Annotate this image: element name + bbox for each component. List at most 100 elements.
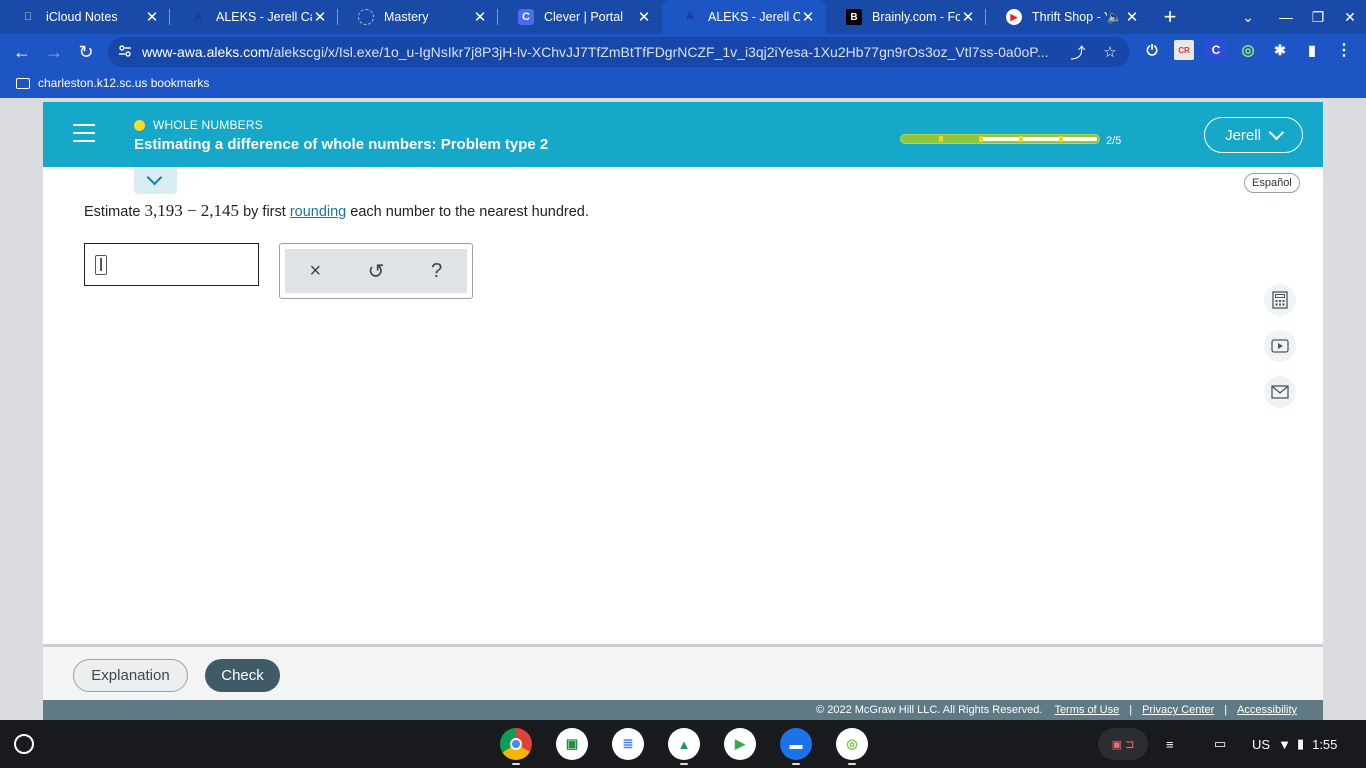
- cast-icon[interactable]: ▭: [1214, 728, 1226, 760]
- question-suffix: each number to the nearest hundred.: [350, 204, 589, 220]
- address-bar[interactable]: www-awa.aleks.com/alekscgi/x/Isl.exe/1o_…: [108, 37, 1130, 67]
- files-icon[interactable]: ▬: [780, 728, 812, 760]
- clock: 1:55: [1312, 736, 1338, 752]
- footer-separator: |: [1224, 704, 1228, 716]
- video-icon[interactable]: [1264, 330, 1296, 362]
- tab-title: Brainly.com - For s: [872, 10, 960, 24]
- power-extension-icon[interactable]: ⏻: [1142, 40, 1162, 60]
- tab-title: Mastery: [384, 10, 429, 24]
- undo-button[interactable]: ↺: [356, 255, 396, 287]
- classroom-icon[interactable]: ▣: [556, 728, 588, 760]
- youtube-icon: ▶: [1006, 9, 1022, 25]
- reload-icon[interactable]: ↻: [72, 38, 100, 66]
- explanation-button[interactable]: Explanation: [73, 659, 188, 692]
- speaker-icon[interactable]: 🔈: [1107, 10, 1124, 24]
- tab-icloud-notes[interactable]:  iCloud Notes ✕: [0, 0, 170, 34]
- url-text[interactable]: www-awa.aleks.com/alekscgi/x/Isl.exe/1o_…: [142, 44, 1057, 60]
- close-tab-icon[interactable]: ✕: [1124, 8, 1140, 26]
- play-store-icon[interactable]: ▶: [724, 728, 756, 760]
- new-tab-button[interactable]: +: [1155, 0, 1185, 34]
- tab-brainly[interactable]: B Brainly.com - For s ✕: [826, 0, 986, 34]
- progress-marker: [1059, 136, 1063, 142]
- legal-footer: © 2022 McGraw Hill LLC. All Rights Reser…: [43, 700, 1323, 720]
- progress-marker: [939, 136, 943, 142]
- mastery-app-icon[interactable]: ◎: [836, 728, 868, 760]
- aleks-icon: A: [194, 11, 202, 23]
- tab-title: iCloud Notes: [46, 10, 118, 24]
- accessibility-link[interactable]: Accessibility: [1237, 704, 1297, 716]
- chrome-icon[interactable]: [500, 728, 532, 760]
- folder-icon: [16, 77, 30, 89]
- bookmarks-bar: charleston.k12.sc.us bookmarks: [0, 70, 1366, 98]
- close-tab-icon[interactable]: ✕: [472, 8, 488, 26]
- launcher-icon[interactable]: [14, 734, 34, 754]
- question-prefix: Estimate: [84, 204, 141, 220]
- side-panel-icon[interactable]: ▮: [1302, 40, 1322, 60]
- answer-input[interactable]: [84, 243, 259, 286]
- question-middle: by first: [243, 204, 286, 220]
- progress-remaining: [981, 137, 1097, 141]
- back-arrow-icon[interactable]: ←: [8, 38, 36, 66]
- user-menu-button[interactable]: Jerell: [1204, 117, 1303, 153]
- page-viewport: WHOLE NUMBERS Estimating a difference of…: [0, 98, 1366, 720]
- collapse-header-button[interactable]: [134, 167, 177, 194]
- minimize-icon[interactable]: —: [1271, 0, 1301, 34]
- answer-tools-panel: × ↺ ?: [285, 249, 467, 293]
- close-tab-icon[interactable]: ✕: [144, 8, 160, 26]
- language-toggle-button[interactable]: Español: [1244, 173, 1300, 193]
- mail-icon[interactable]: [1264, 376, 1296, 408]
- puzzle-extensions-icon[interactable]: ✱: [1270, 40, 1290, 60]
- forward-arrow-icon[interactable]: →: [40, 38, 68, 66]
- copyright-text: © 2022 McGraw Hill LLC. All Rights Reser…: [816, 704, 1043, 716]
- hamburger-menu-icon[interactable]: [73, 124, 95, 142]
- close-window-icon[interactable]: ✕: [1335, 0, 1365, 34]
- chevron-down-icon: [1268, 124, 1285, 140]
- close-tab-icon[interactable]: ✕: [960, 8, 976, 26]
- status-area[interactable]: US ▼ ▮ 1:55: [1244, 728, 1358, 760]
- maximize-icon[interactable]: ❐: [1303, 0, 1333, 34]
- check-button[interactable]: Check: [205, 659, 280, 692]
- wifi-icon: ▼: [1278, 736, 1291, 752]
- tab-clever[interactable]: C Clever | Portal ✕: [498, 0, 662, 34]
- tray-screen-record[interactable]: ▣ ⊐: [1098, 728, 1148, 760]
- clever-extension-icon[interactable]: C: [1206, 40, 1226, 60]
- close-tab-icon[interactable]: ✕: [312, 8, 328, 26]
- running-indicator: [848, 763, 856, 765]
- chevron-down-icon: [146, 169, 163, 186]
- progress-marker: [979, 136, 983, 142]
- tab-search-icon[interactable]: ⌄: [1233, 0, 1263, 34]
- tab-mastery[interactable]: Mastery ✕: [338, 0, 498, 34]
- mastery-icon: [358, 9, 374, 25]
- drive-icon[interactable]: ▲: [668, 728, 700, 760]
- terms-link[interactable]: Terms of Use: [1054, 704, 1119, 716]
- aleks-icon: A: [686, 11, 694, 23]
- privacy-link[interactable]: Privacy Center: [1142, 704, 1214, 716]
- footer-separator: |: [1129, 704, 1133, 716]
- tab-youtube[interactable]: ▶ Thrift Shop - Y 🔈 ✕: [986, 0, 1150, 34]
- clear-button[interactable]: ×: [295, 255, 335, 287]
- cr-extension-icon[interactable]: CR: [1174, 40, 1194, 60]
- close-tab-icon[interactable]: ✕: [636, 8, 652, 26]
- help-button[interactable]: ?: [417, 255, 457, 287]
- bookmark-star-icon[interactable]: ☆: [1100, 42, 1120, 62]
- question-expression: 3,193 − 2,145: [144, 201, 240, 220]
- tab-aleks-1[interactable]: A ALEKS - Jerell Cag ✕: [170, 0, 338, 34]
- running-indicator: [680, 763, 688, 765]
- kebab-menu-icon[interactable]: ⋮: [1334, 40, 1354, 60]
- question-text: Estimate 3,193 − 2,145 by first rounding…: [84, 201, 589, 221]
- tab-aleks-active[interactable]: A ALEKS - Jerell Cag ✕: [662, 0, 826, 34]
- docs-icon[interactable]: ≣: [612, 728, 644, 760]
- site-info-icon[interactable]: [118, 44, 132, 58]
- calculator-icon[interactable]: [1264, 284, 1296, 316]
- tab-title: ALEKS - Jerell Cag: [216, 10, 312, 24]
- clipboard-icon[interactable]: ≡: [1166, 728, 1174, 760]
- progress-bar: [900, 134, 1100, 144]
- circle-extension-icon[interactable]: ◎: [1238, 40, 1258, 60]
- os-shelf: ▣ ≣ ▲ ▶ ▬ ◎ ▣ ⊐ ≡ ▭ US ▼ ▮ 1:55: [0, 720, 1366, 768]
- url-host: www-awa.aleks.com: [142, 44, 270, 60]
- topic-dot-icon: [134, 119, 145, 131]
- rounding-link[interactable]: rounding: [290, 204, 346, 220]
- bookmark-folder[interactable]: charleston.k12.sc.us bookmarks: [16, 76, 209, 90]
- share-icon[interactable]: ⤴: [1068, 42, 1088, 62]
- close-tab-icon[interactable]: ✕: [800, 8, 816, 26]
